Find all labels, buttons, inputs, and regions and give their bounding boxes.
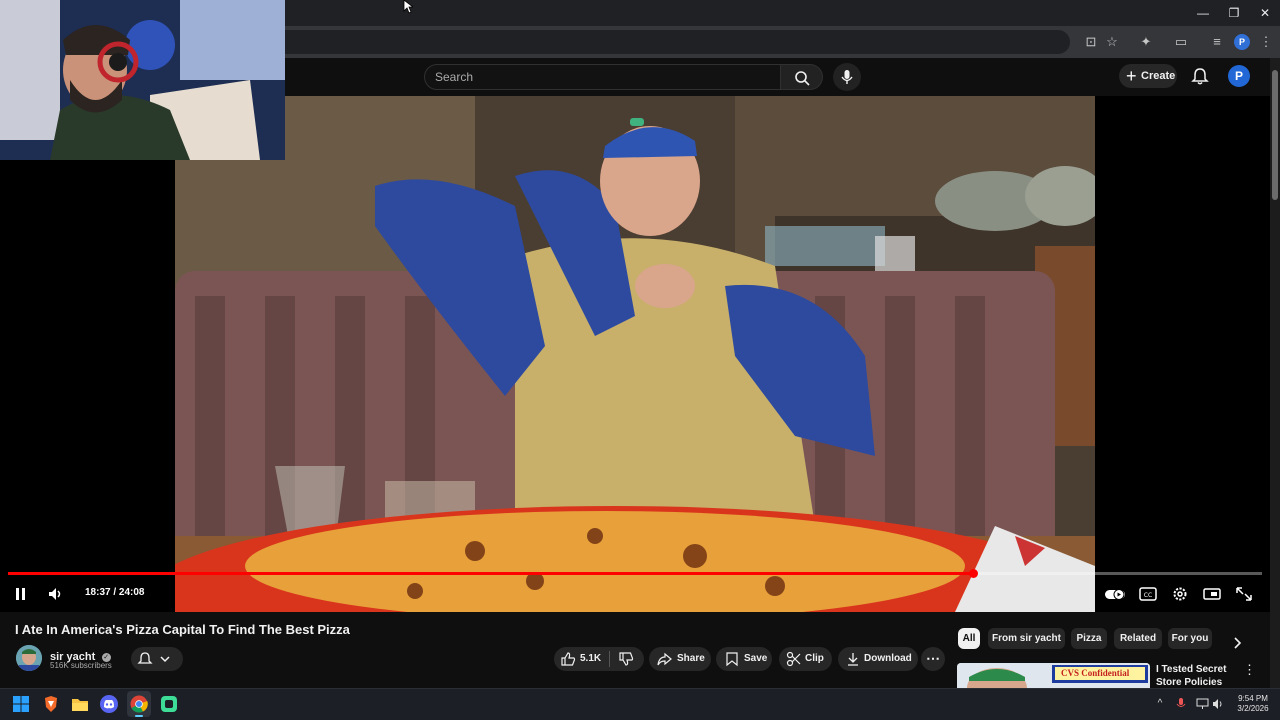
chip-related[interactable]: Related (1114, 628, 1162, 649)
address-bar[interactable] (285, 30, 1070, 54)
webcam-overlay (0, 0, 285, 160)
microphone-tray-icon[interactable] (1175, 697, 1187, 711)
recommendation-title-line1: I Tested Secret (1156, 664, 1227, 675)
minimize-button[interactable]: — (1188, 4, 1218, 22)
os-taskbar (0, 688, 1280, 720)
chip-all[interactable]: All (958, 628, 980, 649)
thumbnail-text: CVS Confidential (1061, 668, 1130, 678)
thumbs-down-icon (619, 652, 634, 666)
playback-time: 18:37 / 24:08 (85, 587, 145, 598)
video-frame[interactable] (175, 96, 1095, 612)
download-button[interactable]: Download (838, 647, 918, 671)
voice-search-button[interactable] (833, 63, 861, 91)
clip-button[interactable]: Clip (779, 647, 832, 671)
fullscreen-icon[interactable] (1235, 586, 1253, 602)
chip-for-you[interactable]: For you (1168, 628, 1212, 649)
like-count: 5.1K (580, 653, 602, 664)
settings-gear-icon[interactable] (1171, 586, 1189, 602)
streaming-app-icon[interactable] (160, 695, 178, 713)
windows-start-icon[interactable] (13, 696, 29, 712)
download-icon (848, 653, 858, 666)
browser-menu-icon[interactable]: ⋮ (1257, 34, 1275, 50)
chrome-icon[interactable] (130, 695, 148, 713)
clip-label: Clip (805, 653, 824, 664)
dislike-button[interactable] (612, 647, 642, 671)
channel-avatar[interactable] (16, 645, 42, 671)
pause-icon[interactable] (12, 586, 30, 602)
more-actions-icon[interactable]: ⋯ (921, 647, 945, 671)
share-button[interactable]: Share (649, 647, 711, 671)
brave-browser-icon[interactable] (42, 695, 60, 713)
subtitles-icon[interactable]: CC (1139, 586, 1157, 602)
media-controls-icon[interactable]: ≡ (1208, 34, 1226, 50)
download-label: Download (864, 653, 912, 664)
scissors-icon (786, 651, 801, 667)
browser-profile-avatar[interactable]: P (1234, 34, 1250, 50)
mouse-cursor-icon (403, 0, 413, 14)
maximize-button[interactable]: ❐ (1219, 4, 1249, 22)
thumbs-up-icon (561, 652, 576, 666)
theater-mode-icon[interactable] (1203, 586, 1221, 602)
side-panel-icon[interactable]: ▭ (1172, 34, 1190, 50)
share-label: Share (677, 653, 705, 664)
progress-scrubber-handle[interactable] (969, 569, 979, 578)
clock-date: 3/2/2026 (1237, 704, 1269, 713)
streamer-webcam-image (0, 0, 285, 160)
network-icon[interactable] (1196, 698, 1209, 710)
clock-time: 9:54 PM (1238, 694, 1268, 703)
video-title: I Ate In America's Pizza Capital To Find… (15, 622, 350, 637)
save-bookmark-icon (726, 652, 738, 667)
channel-avatar-image (16, 645, 42, 671)
chevron-right-icon[interactable] (1231, 635, 1245, 651)
chrome-running-indicator (135, 715, 143, 717)
search-icon (795, 71, 810, 86)
save-button[interactable]: Save (716, 647, 772, 671)
close-window-button[interactable]: ✕ (1250, 4, 1280, 22)
install-app-icon[interactable]: ⊡ (1082, 34, 1100, 50)
system-clock[interactable]: 9:54 PM 3/2/2026 (1230, 694, 1276, 714)
svg-text:CC: CC (1144, 592, 1152, 599)
notifications-bell-icon[interactable] (1191, 67, 1209, 85)
discord-icon[interactable] (100, 695, 118, 713)
file-explorer-icon[interactable] (71, 695, 89, 713)
recommendation-title[interactable]: I Tested Secret Store Policies (1156, 663, 1246, 689)
speaker-icon[interactable] (1212, 698, 1224, 710)
share-arrow-icon (657, 652, 672, 666)
save-label: Save (744, 653, 768, 664)
bookmark-star-icon[interactable]: ☆ (1103, 34, 1121, 50)
chip-from-channel[interactable]: From sir yacht (988, 628, 1065, 649)
subscriber-count: 516K subscribers (50, 661, 112, 670)
like-divider (609, 651, 610, 667)
plus-icon: + (1126, 66, 1137, 86)
autoplay-toggle-icon[interactable] (1104, 586, 1126, 602)
recommendation-thumbnail[interactable]: CVS Confidential (957, 663, 1150, 688)
video-scene-image (175, 96, 1095, 612)
chip-pizza[interactable]: Pizza (1071, 628, 1107, 649)
extensions-icon[interactable]: ✦ (1137, 34, 1155, 50)
recommendation-menu-icon[interactable]: ⋮ (1243, 662, 1256, 678)
subscribed-notifications-button[interactable] (131, 647, 183, 671)
tray-overflow-icon[interactable]: ^ (1154, 698, 1166, 710)
bell-chevron-icon (137, 652, 170, 664)
search-button[interactable] (781, 64, 823, 90)
microphone-icon (841, 70, 853, 84)
scrollbar-thumb[interactable] (1272, 70, 1278, 200)
like-button[interactable]: 5.1K (554, 647, 608, 671)
account-avatar[interactable]: P (1228, 65, 1250, 87)
search-input[interactable]: Search (424, 64, 781, 90)
volume-icon[interactable] (47, 586, 65, 602)
progress-bar-played (8, 572, 974, 575)
